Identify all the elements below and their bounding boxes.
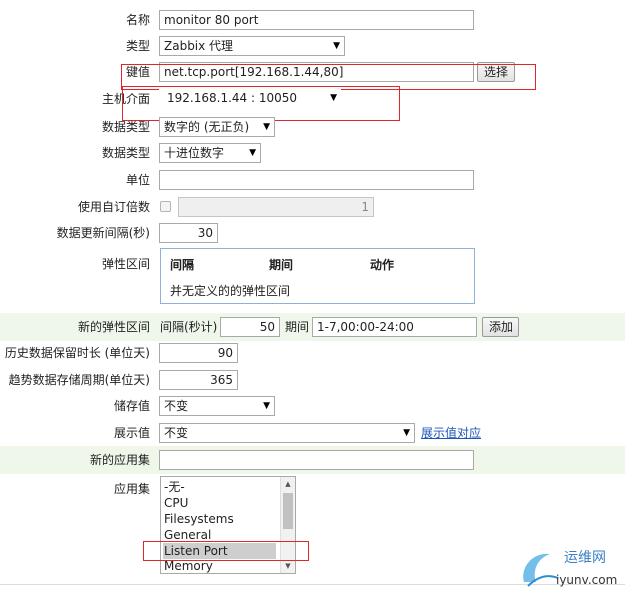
- history-input[interactable]: 90: [159, 343, 238, 363]
- watermark-url: iyunv.com: [556, 573, 617, 587]
- data-format-select[interactable]: 十进位数字 ▼: [159, 143, 261, 163]
- name-label: 名称: [125, 13, 150, 27]
- units-label: 单位: [125, 173, 150, 187]
- new-flexible-row: 新的弹性区间 间隔(秒计) 50 期间 1-7,00:00-24:00 添加: [0, 313, 625, 341]
- host-interface-highlight-box: [122, 86, 400, 121]
- data-type-label: 数据类型: [101, 120, 150, 134]
- store-value-select[interactable]: 不变 ▼: [159, 396, 275, 416]
- interval-column-header: 间隔: [170, 258, 195, 272]
- watermark-logo: 运维网 iyunv.com: [518, 540, 625, 590]
- new-application-input[interactable]: [159, 450, 474, 470]
- chevron-down-icon: ▼: [333, 41, 340, 51]
- applications-highlight-box: [143, 541, 309, 561]
- store-value-row: 储存值 不变 ▼: [0, 396, 625, 416]
- units-input[interactable]: [159, 170, 474, 190]
- new-flexible-label: 新的弹性区间: [77, 320, 150, 334]
- period-column-header: 期间: [269, 258, 294, 272]
- flexible-intervals-table: 间隔 期间 动作 并无定义的的弹性区间: [160, 248, 475, 304]
- type-select[interactable]: Zabbix 代理 ▼: [159, 36, 345, 56]
- data-format-row: 数据类型 十进位数字 ▼: [0, 143, 625, 163]
- data-type-row: 数据类型 数字的 (无正负) ▼: [0, 117, 625, 137]
- trends-label: 趋势数据存储周期(单位天): [8, 373, 150, 387]
- history-row: 历史数据保留时长 (单位天) 90: [0, 343, 625, 363]
- value-mapping-link[interactable]: 展示值对应: [421, 423, 481, 443]
- multiplier-label: 使用自订倍数: [77, 200, 150, 214]
- scrollbar-thumb[interactable]: [283, 493, 293, 529]
- history-label: 历史数据保留时长 (单位天): [4, 346, 150, 360]
- show-value-label: 展示值: [113, 426, 150, 440]
- show-value-row: 展示值 不变 ▼ 展示值对应: [0, 423, 625, 443]
- chevron-down-icon: ▼: [263, 401, 270, 411]
- chevron-down-icon: ▼: [403, 428, 410, 438]
- data-type-select[interactable]: 数字的 (无正负) ▼: [159, 117, 275, 137]
- list-item[interactable]: CPU: [164, 495, 188, 511]
- new-interval-input[interactable]: 50: [220, 317, 280, 337]
- action-column-header: 动作: [370, 258, 395, 272]
- store-value-select-value: 不变: [164, 399, 189, 413]
- applications-row: 应用集: [0, 478, 625, 498]
- units-row: 单位: [0, 170, 625, 190]
- data-type-select-value: 数字的 (无正负): [164, 120, 250, 134]
- chevron-down-icon: ▼: [249, 148, 256, 158]
- chevron-down-icon: ▼: [263, 122, 270, 132]
- flexible-intervals-empty-text: 并无定义的的弹性区间: [170, 284, 291, 298]
- scroll-up-icon[interactable]: ▲: [281, 478, 295, 490]
- watermark-swirl-icon: 运维网 iyunv.com: [523, 550, 617, 587]
- multiplier-row: 使用自订倍数 1: [0, 197, 625, 217]
- store-value-label: 储存值: [113, 399, 150, 413]
- list-item[interactable]: -无-: [164, 479, 185, 495]
- type-select-value: Zabbix 代理: [164, 39, 234, 53]
- list-item[interactable]: Filesystems: [164, 511, 234, 527]
- add-interval-button[interactable]: 添加: [482, 317, 519, 337]
- scroll-down-icon[interactable]: ▼: [281, 560, 295, 572]
- show-value-select-value: 不变: [164, 426, 189, 440]
- name-input[interactable]: monitor 80 port: [159, 10, 474, 30]
- data-format-select-value: 十进位数字: [164, 146, 225, 160]
- multiplier-input[interactable]: 1: [178, 197, 374, 217]
- new-application-row: 新的应用集: [0, 446, 625, 474]
- type-label: 类型: [125, 39, 150, 53]
- show-value-select[interactable]: 不变 ▼: [159, 423, 415, 443]
- period-label: 期间: [285, 320, 310, 334]
- type-row: 类型 Zabbix 代理 ▼: [0, 36, 625, 56]
- applications-label: 应用集: [113, 482, 150, 496]
- trends-input[interactable]: 365: [159, 370, 238, 390]
- new-application-label: 新的应用集: [89, 453, 150, 467]
- multiplier-checkbox[interactable]: [160, 201, 171, 212]
- watermark-title: 运维网: [564, 550, 606, 566]
- interval-seconds-label: 间隔(秒计): [160, 320, 218, 334]
- update-interval-row: 数据更新间隔(秒) 30: [0, 223, 625, 243]
- name-row: 名称 monitor 80 port: [0, 10, 625, 30]
- new-period-input[interactable]: 1-7,00:00-24:00: [312, 317, 477, 337]
- trends-row: 趋势数据存储周期(单位天) 365: [0, 370, 625, 390]
- flexible-intervals-label: 弹性区间: [101, 257, 150, 271]
- data-format-label: 数据类型: [101, 146, 150, 160]
- update-interval-label: 数据更新间隔(秒): [56, 226, 150, 240]
- update-interval-input[interactable]: 30: [159, 223, 218, 243]
